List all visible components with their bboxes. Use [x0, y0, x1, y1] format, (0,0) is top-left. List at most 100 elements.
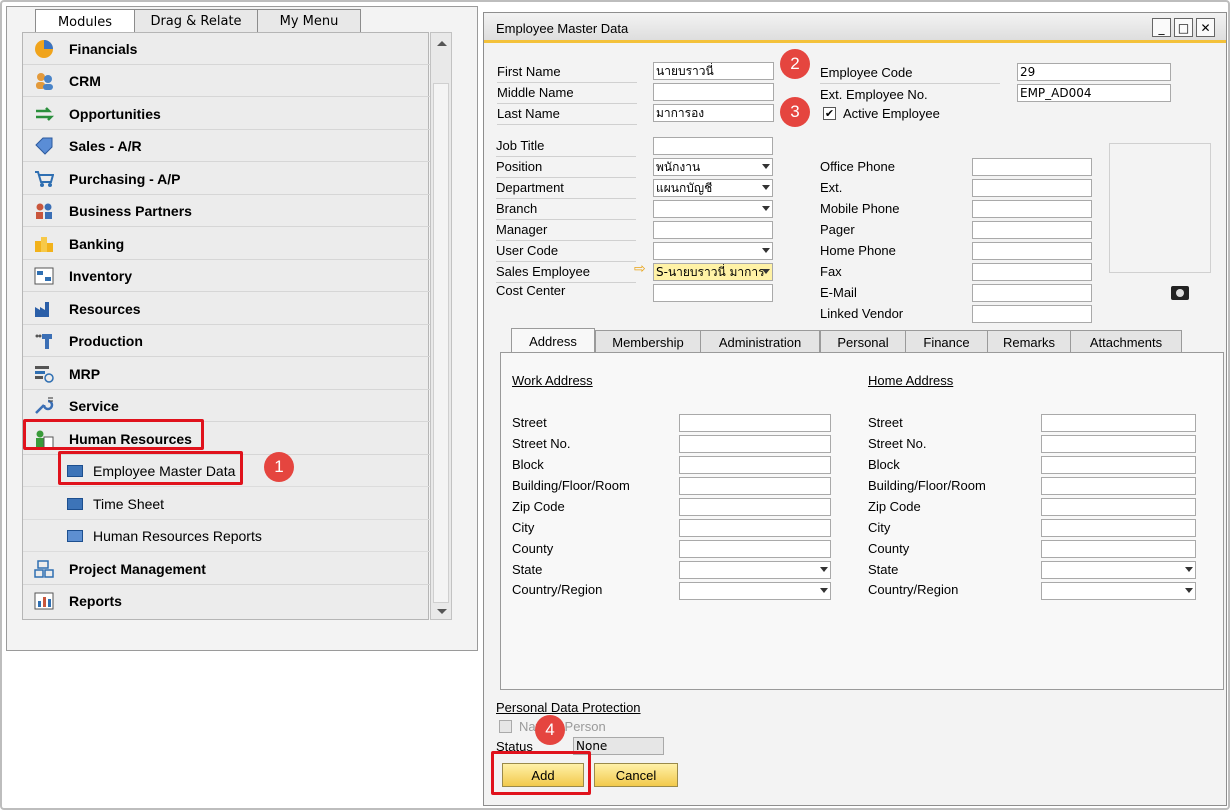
module-purchasing[interactable]: Purchasing - A/P	[23, 163, 430, 195]
tab-remarks[interactable]: Remarks	[987, 330, 1071, 354]
branch-label: Branch	[496, 201, 538, 216]
middle-name-field[interactable]	[653, 83, 774, 101]
tab-personal[interactable]: Personal	[820, 330, 906, 354]
module-banking[interactable]: Banking	[23, 228, 430, 260]
work-state-label: State	[512, 562, 543, 577]
manager-field[interactable]	[653, 221, 773, 239]
work-block-field[interactable]	[679, 456, 831, 474]
module-service[interactable]: Service	[23, 390, 430, 422]
tab-finance[interactable]: Finance	[905, 330, 988, 354]
scroll-up-icon[interactable]	[437, 41, 447, 46]
work-city-field[interactable]	[679, 519, 831, 537]
first-name-label: First Name	[497, 64, 561, 79]
department-select[interactable]: แผนกบัญชี	[653, 179, 773, 197]
maximize-icon[interactable]: □	[1174, 18, 1193, 37]
divider	[497, 82, 637, 83]
cancel-button[interactable]: Cancel	[594, 763, 678, 787]
module-resources[interactable]: Resources	[23, 293, 430, 325]
work-street-no-field[interactable]	[679, 435, 831, 453]
branch-select[interactable]	[653, 200, 773, 218]
submenu-time-sheet[interactable]: Time Sheet	[23, 488, 430, 520]
scroll-down-icon[interactable]	[437, 609, 447, 614]
close-icon[interactable]: ✕	[1196, 18, 1215, 37]
submenu-hr-reports[interactable]: Human Resources Reports	[23, 520, 430, 552]
home-block-field[interactable]	[1041, 456, 1196, 474]
scroll-thumb[interactable]	[433, 83, 449, 603]
minimize-icon[interactable]: _	[1152, 18, 1171, 37]
home-state-select[interactable]	[1041, 561, 1196, 579]
module-reports[interactable]: Reports	[23, 585, 430, 617]
last-name-field[interactable]: มาการอง	[653, 104, 774, 122]
home-street-no-field[interactable]	[1041, 435, 1196, 453]
work-country-select[interactable]	[679, 582, 831, 600]
pie-chart-icon	[33, 39, 55, 59]
work-state-select[interactable]	[679, 561, 831, 579]
work-building-label: Building/Floor/Room	[512, 478, 630, 493]
module-scrollbar[interactable]	[430, 32, 452, 620]
tab-membership[interactable]: Membership	[595, 330, 701, 354]
job-title-field[interactable]	[653, 137, 773, 155]
mobile-phone-field[interactable]	[972, 200, 1092, 218]
home-city-field[interactable]	[1041, 519, 1196, 537]
module-tabs: Modules Drag & Relate My Menu	[35, 9, 361, 35]
first-name-field[interactable]: นายบราวนี่	[653, 62, 774, 80]
ext-field[interactable]	[972, 179, 1092, 197]
work-building-field[interactable]	[679, 477, 831, 495]
module-mrp[interactable]: MRP	[23, 358, 430, 390]
home-country-select[interactable]	[1041, 582, 1196, 600]
employee-code-label: Employee Code	[820, 65, 913, 80]
cost-center-field[interactable]	[653, 284, 773, 302]
tab-administration[interactable]: Administration	[700, 330, 820, 354]
tab-my-menu[interactable]: My Menu	[257, 9, 361, 33]
linked-vendor-field[interactable]	[972, 305, 1092, 323]
work-street-field[interactable]	[679, 414, 831, 432]
module-production[interactable]: Production	[23, 325, 430, 357]
module-business-partners[interactable]: Business Partners	[23, 195, 430, 227]
module-label: Sales - A/R	[69, 137, 142, 154]
tab-attachments[interactable]: Attachments	[1070, 330, 1182, 354]
link-arrow-icon[interactable]: ⇨	[634, 261, 646, 277]
form-icon	[67, 497, 83, 510]
home-city-label: City	[868, 520, 891, 535]
module-crm[interactable]: CRM	[23, 65, 430, 97]
employee-photo-frame[interactable]	[1109, 143, 1211, 273]
pager-field[interactable]	[972, 221, 1092, 239]
module-financials[interactable]: Financials	[23, 33, 430, 65]
module-label: Resources	[69, 300, 141, 317]
home-county-field[interactable]	[1041, 540, 1196, 558]
home-zip-field[interactable]	[1041, 498, 1196, 516]
module-opportunities[interactable]: Opportunities	[23, 98, 430, 130]
module-label: CRM	[69, 72, 101, 89]
fax-field[interactable]	[972, 263, 1092, 281]
home-building-field[interactable]	[1041, 477, 1196, 495]
module-inventory[interactable]: Inventory	[23, 260, 430, 292]
divider	[497, 124, 637, 125]
tab-drag-relate[interactable]: Drag & Relate	[134, 9, 258, 33]
tab-address[interactable]: Address	[511, 328, 595, 354]
user-code-select[interactable]	[653, 242, 773, 260]
home-street-field[interactable]	[1041, 414, 1196, 432]
active-employee-label: Active Employee	[843, 106, 940, 121]
work-street-no-label: Street No.	[512, 436, 571, 451]
email-field[interactable]	[972, 284, 1092, 302]
camera-icon[interactable]	[1171, 286, 1189, 300]
module-project-management[interactable]: Project Management	[23, 553, 430, 585]
module-sales[interactable]: Sales - A/R	[23, 130, 430, 162]
divider	[496, 177, 636, 178]
work-county-field[interactable]	[679, 540, 831, 558]
home-phone-field[interactable]	[972, 242, 1092, 260]
ext-employee-no-field[interactable]: EMP_AD004	[1017, 84, 1171, 102]
work-zip-field[interactable]	[679, 498, 831, 516]
home-street-label: Street	[868, 415, 903, 430]
middle-name-label: Middle Name	[497, 85, 574, 100]
natural-person-checkbox[interactable]	[499, 720, 512, 733]
linked-vendor-label: Linked Vendor	[820, 306, 904, 321]
active-employee-checkbox[interactable]: ✔	[823, 107, 836, 120]
window-titlebar[interactable]: Employee Master Data _ □ ✕	[484, 13, 1226, 43]
sales-employee-select[interactable]: S-นายบราวนี่ มาการ	[653, 263, 773, 281]
office-phone-field[interactable]	[972, 158, 1092, 176]
position-select[interactable]: พนักงาน	[653, 158, 773, 176]
module-label: Project Management	[69, 560, 206, 577]
employee-code-field[interactable]: 29	[1017, 63, 1171, 81]
folder-icon	[67, 529, 83, 542]
